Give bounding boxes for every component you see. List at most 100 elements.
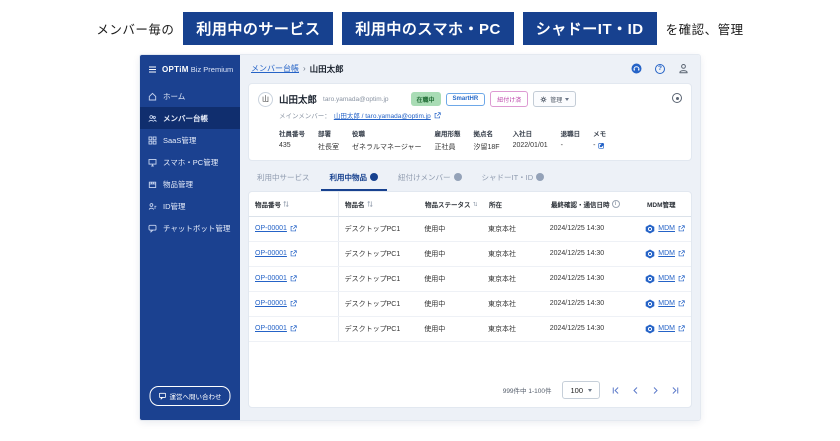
item-number-link[interactable]: OP-00001 [255,250,287,257]
info-icon[interactable]: i [612,200,620,208]
item-name-cell: デスクトップPC1 [339,242,419,266]
contact-support-button[interactable]: 運営へ問い合わせ [150,386,231,406]
sidebar-item-device[interactable]: スマホ・PC管理 [140,151,240,173]
item-number-link[interactable]: OP-00001 [255,225,287,232]
sidebar-item-label: ID管理 [163,201,186,212]
mdm-link[interactable]: MDM [658,250,675,257]
last-checked-cell: 2024/12/25 14:30 [544,317,640,341]
external-link-icon [678,225,685,232]
location-cell: 東京本社 [482,217,544,241]
item-status-cell: 使用中 [418,317,482,341]
field-label: 社員番号 [279,128,305,138]
brand-logo: OPTiM Biz Premium [162,65,233,74]
last-page-button[interactable] [671,386,680,395]
tab-items-in-use[interactable]: 利用中物品 [321,168,388,191]
external-link-icon [290,250,297,257]
mdm-link[interactable]: MDM [658,225,675,232]
column-header-item-name[interactable]: 物品名 [339,192,419,216]
mdm-icon [645,249,655,259]
field-memo: メモ - [593,128,606,152]
column-label: 物品番号 [255,199,281,209]
home-icon [148,92,157,101]
tab-shadow-it-id[interactable]: シャドーIT・ID [473,168,554,191]
item-status-cell: 使用中 [418,292,482,316]
external-link-icon [678,250,685,257]
chevron-down-icon [565,98,569,101]
column-header-last-checked: 最終確認・通信日時 i [545,192,641,216]
column-header-item-number[interactable]: 物品番号 [249,192,339,216]
memo-edit-icon[interactable] [598,142,605,149]
banner-highlight-services: 利用中のサービス [183,12,333,45]
items-table-card: 物品番号 物品名 物品ステータス 所在 最終確認・通信日時 i [248,191,692,409]
column-header-item-status[interactable]: 物品ステータス [419,192,483,216]
sidebar-item-label: 物品管理 [163,179,193,190]
mdm-link[interactable]: MDM [658,325,675,332]
main-member-label: メインメンバー： [279,110,331,120]
user-account-icon[interactable] [678,63,689,74]
table-row: OP-00001 デスクトップPC1 使用中 東京本社 2024/12/25 1… [249,267,691,292]
column-label: 所在 [489,199,502,209]
mdm-icon [645,324,655,334]
field-value: 正社員 [435,142,461,152]
external-link-icon [290,325,297,332]
banner-highlight-devices: 利用中のスマホ・PC [342,12,513,45]
sidebar: OPTiM Biz Premium ホーム メンバー台帳 SaaS管理 スマホ・… [140,55,240,420]
app-window: OPTiM Biz Premium ホーム メンバー台帳 SaaS管理 スマホ・… [140,55,700,420]
location-cell: 東京本社 [482,317,544,341]
detail-tabs: 利用中サービス 利用中物品 紐付けメンバー シャドーIT・ID [240,161,700,191]
sidebar-item-chatbot[interactable]: チャットボット管理 [140,217,240,239]
location-cell: 東京本社 [482,292,544,316]
sidebar-item-members[interactable]: メンバー台帳 [140,107,240,129]
field-label: 雇用形態 [435,128,461,138]
column-label: MDM管理 [647,199,676,209]
breadcrumb: メンバー台帳 › 山田太郎 [251,63,344,75]
tab-label: 利用中物品 [330,172,368,183]
item-number-link[interactable]: OP-00001 [255,275,287,282]
previous-page-button[interactable] [631,386,640,395]
breadcrumb-current: 山田太郎 [310,63,344,75]
column-label: 最終確認・通信日時 [551,199,610,209]
breadcrumb-parent-link[interactable]: メンバー台帳 [251,63,299,74]
sidebar-item-label: ホーム [163,91,185,102]
mdm-link[interactable]: MDM [658,275,675,282]
page-size-select[interactable]: 100 [562,381,600,399]
field-leave-date: 退職日 - [561,128,581,152]
support-headset-icon[interactable] [631,63,642,74]
mdm-link[interactable]: MDM [658,300,675,307]
next-page-button[interactable] [651,386,660,395]
chatbot-icon [148,224,157,233]
tab-count-badge [536,173,544,181]
field-label: 部署 [318,128,339,138]
saas-icon [148,136,157,145]
sidebar-item-label: スマホ・PC管理 [163,157,218,168]
id-icon [148,202,157,211]
manage-dropdown-button[interactable]: 管理 [533,91,576,107]
collapse-card-icon[interactable] [672,93,682,103]
sidebar-item-saas[interactable]: SaaS管理 [140,129,240,151]
sidebar-item-label: メンバー台帳 [163,113,208,124]
member-name: 山田太郎 [279,92,317,106]
memo-value: - [593,142,595,149]
main-member-link[interactable]: 山田太郎 / taro.yamada@optim.jp [334,110,431,120]
help-icon[interactable]: ? [655,64,665,74]
field-hire-date: 入社日 2022/01/01 [513,128,548,152]
item-number-link[interactable]: OP-00001 [255,300,287,307]
sidebar-item-home[interactable]: ホーム [140,85,240,107]
field-label: 拠点名 [474,128,500,138]
member-badges: 在職中 SmartHR 紐付け済 管理 [411,91,577,107]
tab-services-in-use[interactable]: 利用中サービス [248,168,319,191]
last-checked-cell: 2024/12/25 14:30 [544,267,640,291]
sidebar-item-id[interactable]: ID管理 [140,195,240,217]
marketing-banner: メンバー毎の 利用中のサービス 利用中のスマホ・PC シャドーIT・ID を確認… [0,12,840,45]
gear-icon [540,96,547,103]
field-value: 2022/01/01 [513,142,548,149]
first-page-button[interactable] [611,386,620,395]
banner-prefix: メンバー毎の [96,19,174,38]
field-label: 入社日 [513,128,548,138]
sidebar-item-assets[interactable]: 物品管理 [140,173,240,195]
item-number-link[interactable]: OP-00001 [255,325,287,332]
tab-linked-members[interactable]: 紐付けメンバー [389,168,471,191]
hamburger-menu-icon[interactable] [148,65,157,74]
member-fields: 社員番号 435 部署 社長室 役職 ゼネラルマネージャー 雇用形態 正社員 拠… [279,128,682,152]
main-member-row: メインメンバー： 山田太郎 / taro.yamada@optim.jp [279,110,682,120]
